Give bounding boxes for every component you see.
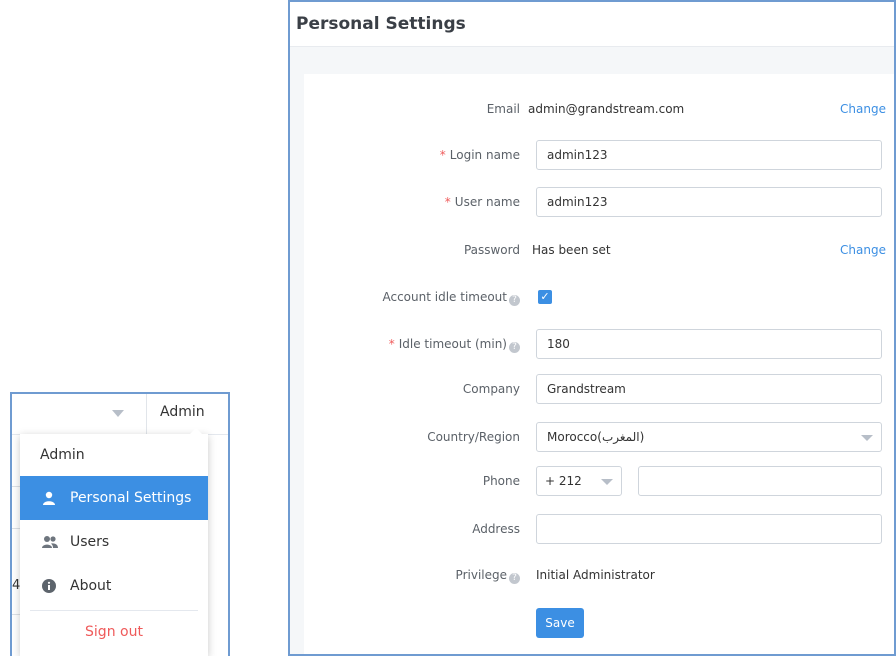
country-label: Country/Region	[427, 430, 520, 444]
login-name-input[interactable]: admin123	[536, 140, 882, 170]
background-row-line	[12, 528, 20, 529]
menu-item-about[interactable]: About	[20, 564, 208, 608]
menu-item-label: About	[70, 578, 112, 594]
help-icon[interactable]: ?	[509, 295, 520, 306]
company-input[interactable]: Grandstream	[536, 374, 882, 404]
idle-timeout-input[interactable]: 180	[536, 329, 882, 359]
phone-row: Phone + 212	[304, 466, 894, 498]
dropdown-username: Admin	[40, 447, 85, 463]
privilege-label: Privilege?	[456, 568, 520, 584]
country-select[interactable]: Morocco(المغرب)	[536, 422, 882, 452]
change-password-link[interactable]: Change	[840, 243, 886, 257]
email-value: admin@grandstream.com	[528, 102, 685, 116]
required-marker: *	[444, 195, 451, 209]
privilege-value: Initial Administrator	[536, 568, 655, 582]
required-marker: *	[388, 337, 395, 351]
country-row: Country/Region Morocco(المغرب)	[304, 422, 894, 454]
help-icon[interactable]: ?	[509, 342, 520, 353]
account-menu-trigger[interactable]: Admin	[160, 404, 205, 420]
sign-out-button[interactable]: Sign out	[20, 611, 208, 653]
user-name-row: * User name admin123	[304, 187, 894, 219]
background-row-line	[12, 614, 20, 615]
phone-label: Phone	[482, 474, 520, 488]
divider	[146, 394, 147, 434]
address-input[interactable]	[536, 514, 882, 544]
info-icon	[42, 579, 56, 593]
chevron-down-icon	[861, 435, 873, 441]
help-icon[interactable]: ?	[509, 573, 520, 584]
change-email-link[interactable]: Change	[840, 102, 886, 116]
phone-number-input[interactable]	[638, 466, 882, 496]
country-value: Morocco(المغرب)	[547, 430, 645, 444]
address-row: Address	[304, 514, 894, 546]
menu-item-label: Users	[70, 534, 110, 550]
email-label: Email	[486, 102, 520, 116]
dropdown-pointer	[190, 428, 202, 434]
required-marker: *	[439, 148, 446, 162]
phone-country-code: + 212	[545, 474, 582, 488]
company-row: Company Grandstream	[304, 374, 894, 406]
password-label: Password	[463, 243, 520, 257]
user-icon	[42, 491, 56, 505]
chevron-down-icon	[601, 479, 613, 485]
password-status: Has been set	[532, 243, 611, 257]
user-name-label: * User name	[444, 195, 520, 209]
address-label: Address	[472, 522, 520, 536]
menu-item-personal-settings[interactable]: Personal Settings	[20, 476, 208, 520]
login-name-label: * Login name	[439, 148, 520, 162]
account-idle-timeout-checkbox[interactable]: ✓	[538, 290, 552, 304]
menu-item-label: Personal Settings	[70, 490, 192, 506]
account-menu-panel: Admin 4 Admin Personal Settings Users Ab…	[10, 392, 230, 656]
settings-form: Email admin@grandstream.com Change * Logi…	[304, 74, 894, 654]
user-name-input[interactable]: admin123	[536, 187, 882, 217]
personal-settings-panel: Personal Settings Email admin@grandstrea…	[288, 0, 896, 656]
chevron-down-icon[interactable]	[112, 410, 124, 417]
company-label: Company	[462, 382, 520, 396]
account-dropdown: Admin Personal Settings Users About Sign…	[20, 428, 208, 656]
password-row: Password Has been set Change	[304, 235, 894, 267]
background-row-line	[12, 486, 20, 487]
email-row: Email admin@grandstream.com Change	[304, 94, 894, 126]
phone-country-code-select[interactable]: + 212	[536, 466, 622, 496]
idle-timeout-label: * Idle timeout (min)?	[389, 337, 520, 353]
account-idle-timeout-row: Account idle timeout? ✓	[304, 282, 894, 314]
menu-item-users[interactable]: Users	[20, 520, 208, 564]
login-name-row: * Login name admin123	[304, 140, 894, 172]
idle-timeout-row: * Idle timeout (min)? 180	[304, 329, 894, 361]
account-idle-timeout-label: Account idle timeout?	[382, 290, 520, 306]
privilege-row: Privilege? Initial Administrator	[304, 560, 894, 592]
save-button[interactable]: Save	[536, 608, 584, 638]
page-title: Personal Settings	[290, 2, 894, 47]
users-icon	[42, 535, 58, 549]
